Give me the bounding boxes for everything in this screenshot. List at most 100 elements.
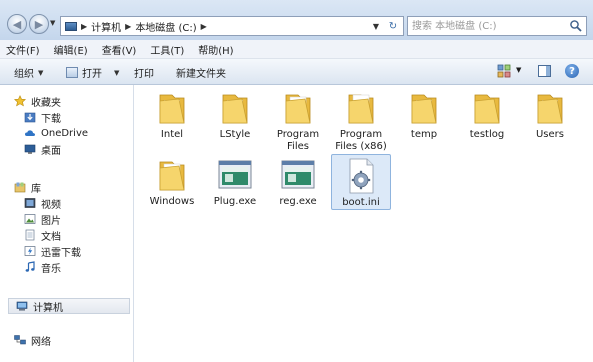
chevron-down-icon[interactable]: ▼ (114, 69, 119, 77)
address-bar-area: ◀ ▶ ▼ ▶ 计算机 ▶ 本地磁盘 (C:) ▶ ▼ ↻ (0, 0, 593, 40)
picture-icon (24, 214, 36, 224)
breadcrumb-chevron-icon[interactable]: ▶ (81, 22, 87, 31)
folder-item[interactable]: Windows (142, 154, 202, 216)
menu-tools[interactable]: 工具(T) (150, 42, 184, 57)
sidebar-item-downloads[interactable]: 下载 (24, 109, 61, 125)
open-icon (66, 67, 78, 78)
open-button[interactable]: 打开 ▼ (66, 65, 119, 80)
address-dropdown-icon[interactable]: ▼ (369, 17, 383, 35)
change-view-icon[interactable] (497, 64, 511, 78)
menu-view[interactable]: 查看(V) (102, 42, 137, 57)
sidebar-item-documents[interactable]: 文档 (24, 227, 61, 243)
file-list: Intel LStyle Program Files Program Files… (134, 85, 593, 362)
breadcrumb-computer[interactable]: 计算机 (91, 19, 121, 34)
sidebar-item-onedrive[interactable]: OneDrive (24, 125, 88, 141)
menu-bar: 文件(F) 编辑(E) 查看(V) 工具(T) 帮助(H) (0, 40, 593, 59)
help-icon[interactable]: ? (565, 64, 579, 78)
folder-icon (222, 94, 248, 124)
desktop-icon (24, 144, 36, 154)
item-label: testlog (469, 129, 505, 140)
new-folder-label: 新建文件夹 (176, 69, 226, 80)
search-icon[interactable] (569, 19, 583, 33)
cloud-icon (24, 130, 36, 136)
back-button[interactable]: ◀ (7, 14, 27, 34)
sidebar-item-computer[interactable]: 计算机 (8, 298, 130, 314)
folder-item[interactable]: testlog (457, 87, 517, 149)
folder-item[interactable]: Users (520, 87, 580, 149)
computer-icon (65, 21, 77, 31)
item-label: reg.exe (279, 196, 317, 207)
navigation-pane: 收藏夹 下载 OneDrive 桌面 库 视频 图片 文档 迅雷下载 音乐 计算… (0, 85, 134, 362)
application-window-icon (218, 160, 252, 189)
sidebar-label: 下载 (41, 113, 61, 125)
new-folder-button[interactable]: 新建文件夹 (176, 65, 226, 80)
folder-icon (348, 94, 374, 124)
menu-help[interactable]: 帮助(H) (198, 42, 233, 57)
folder-item[interactable]: Program Files (268, 87, 328, 155)
item-label: LStyle (219, 129, 251, 140)
print-button[interactable]: 打印 (134, 65, 154, 80)
print-label: 打印 (134, 69, 154, 80)
breadcrumb-chevron-icon[interactable]: ▶ (125, 22, 131, 31)
sidebar-item-pictures[interactable]: 图片 (24, 211, 61, 227)
preview-pane-icon[interactable] (538, 65, 551, 77)
star-icon (14, 95, 26, 107)
computer-icon (16, 301, 28, 311)
folder-item[interactable]: Intel (142, 87, 202, 149)
sidebar-item-network[interactable]: 网络 (14, 332, 51, 348)
sidebar-label: 音乐 (41, 263, 61, 275)
folder-icon (159, 94, 185, 124)
folder-item[interactable]: Program Files (x86) (331, 87, 391, 155)
music-icon (25, 261, 35, 272)
command-bar: 组织 ▼ 打开 ▼ 打印 新建文件夹 ▼ ? (0, 59, 593, 85)
sidebar-label: 网络 (31, 336, 51, 348)
thunder-download-icon (24, 246, 36, 256)
menu-file[interactable]: 文件(F) (6, 42, 40, 57)
sidebar-favorites[interactable]: 收藏夹 (14, 93, 61, 109)
network-icon (14, 335, 26, 345)
sidebar-libraries[interactable]: 库 (14, 179, 41, 195)
organize-button[interactable]: 组织 ▼ (14, 65, 44, 81)
item-label: Windows (149, 196, 195, 207)
organize-label: 组织 (14, 69, 34, 80)
item-label: Program Files (x86) (335, 129, 387, 152)
sidebar-label: OneDrive (41, 127, 89, 139)
folder-icon (411, 94, 437, 124)
view-options-chevron-icon[interactable]: ▼ (516, 66, 521, 74)
download-folder-icon (24, 112, 36, 123)
exe-file-item[interactable]: reg.exe (268, 154, 328, 216)
exe-file-item[interactable]: Plug.exe (205, 154, 265, 216)
forward-button[interactable]: ▶ (29, 14, 49, 34)
sidebar-item-videos[interactable]: 视频 (24, 195, 61, 211)
folder-icon (474, 94, 500, 124)
address-input[interactable]: ▶ 计算机 ▶ 本地磁盘 (C:) ▶ ▼ ↻ (60, 16, 404, 36)
sidebar-item-thunder-downloads[interactable]: 迅雷下载 (24, 243, 81, 259)
breadcrumb-chevron-icon[interactable]: ▶ (201, 22, 207, 31)
sidebar-label: 库 (31, 183, 41, 195)
search-input[interactable] (408, 17, 574, 35)
document-icon (25, 229, 35, 241)
sidebar-item-music[interactable]: 音乐 (24, 259, 61, 275)
library-icon (14, 182, 26, 193)
folder-item[interactable]: LStyle (205, 87, 265, 149)
search-box (407, 16, 587, 36)
refresh-icon[interactable]: ↻ (385, 17, 401, 35)
sidebar-label: 收藏夹 (31, 97, 61, 109)
sidebar-label: 文档 (41, 231, 61, 243)
chevron-down-icon: ▼ (38, 68, 44, 77)
breadcrumb-drive-c[interactable]: 本地磁盘 (C:) (135, 19, 196, 34)
item-label: Program Files (276, 129, 320, 152)
item-label: boot.ini (342, 197, 380, 208)
menu-edit[interactable]: 编辑(E) (54, 42, 88, 57)
sidebar-label: 迅雷下载 (41, 247, 81, 259)
recent-pages-chevron-icon[interactable]: ▼ (50, 19, 55, 27)
sidebar-label: 计算机 (33, 302, 63, 314)
breadcrumb-label: 计算机 (91, 22, 122, 34)
breadcrumb-label: 本地磁盘 (C:) (135, 22, 197, 34)
item-label: temp (410, 129, 438, 140)
ini-file-item[interactable]: boot.ini (331, 154, 391, 210)
sidebar-item-desktop[interactable]: 桌面 (24, 141, 61, 157)
folder-item[interactable]: temp (394, 87, 454, 149)
item-label: Plug.exe (213, 196, 257, 207)
item-label: Users (535, 129, 564, 140)
